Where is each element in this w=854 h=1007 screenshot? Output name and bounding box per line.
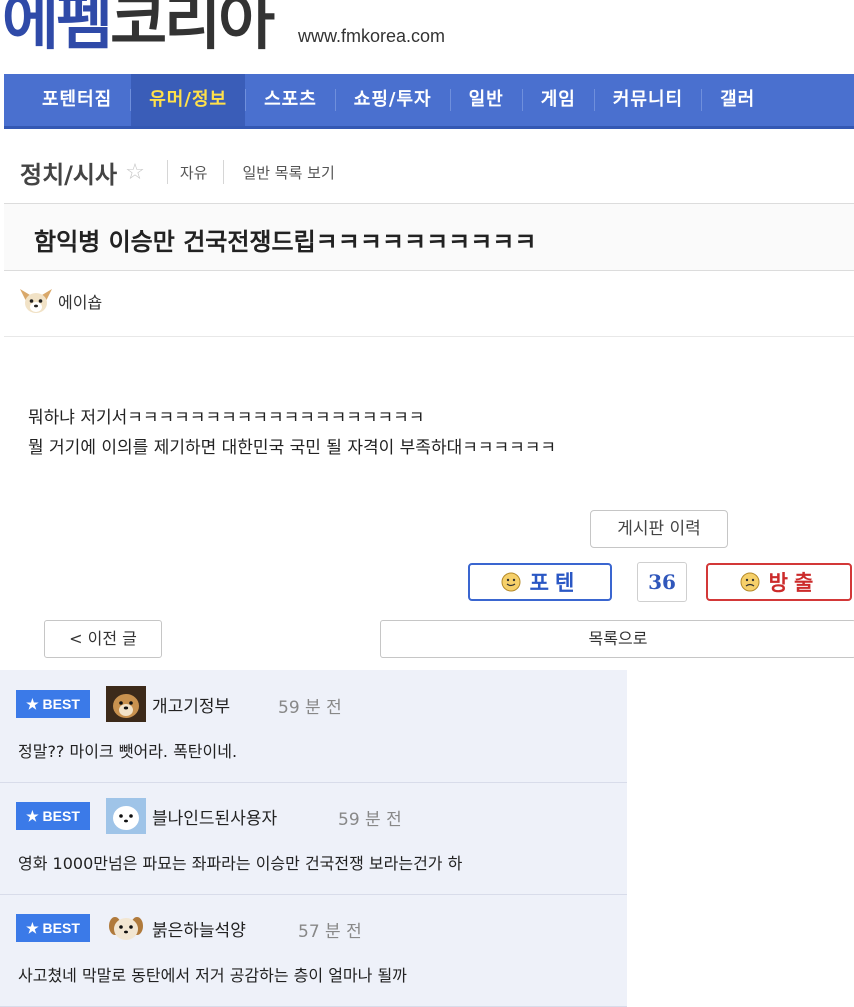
post-title-bar: 함익병 이승만 건국전쟁드립ㅋㅋㅋㅋㅋㅋㅋㅋㅋㅋ: [4, 203, 854, 271]
nav-item-humor[interactable]: 유머/정보: [131, 74, 246, 126]
divider: [223, 160, 225, 184]
comment-item: ★ BEST 블나인드된사용자 59 분 전 영화 1000만넘은 파묘는 좌파…: [0, 782, 627, 895]
main-nav: 포텐터짐 유머/정보 스포츠 쇼핑/투자 일반 게임 커뮤니티 갤러: [4, 74, 854, 129]
star-icon[interactable]: ☆: [125, 160, 145, 185]
avatar[interactable]: [18, 285, 54, 317]
comment-item: ★ BEST 붉은하늘석양 57 분 전 사고쳤네 막말로 동탄에서 저거 공감…: [0, 894, 627, 1007]
vote-count: 36: [637, 562, 687, 602]
nav-item-sports[interactable]: 스포츠: [246, 74, 335, 126]
best-badge: ★ BEST: [16, 802, 90, 830]
post-title: 함익병 이승만 건국전쟁드립ㅋㅋㅋㅋㅋㅋㅋㅋㅋㅋ: [34, 228, 537, 256]
back-to-list-button[interactable]: 목록으로: [380, 620, 854, 658]
comment-author[interactable]: 블나인드된사용자: [152, 804, 277, 829]
nav-item-general[interactable]: 일반: [451, 74, 522, 126]
best-comments: ★ BEST 개고기정부 59 분 전 정말?? 마이크 뺏어라. 폭탄이네. …: [0, 670, 627, 1007]
thumbs-up-face-icon: [501, 572, 521, 592]
comment-text: 사고쳤네 막말로 동탄에서 저거 공감하는 층이 얼마나 될까: [18, 966, 407, 985]
comment-time: 59 분 전: [278, 698, 342, 718]
divider: [4, 336, 854, 337]
divider: [166, 160, 168, 184]
best-badge: ★ BEST: [16, 914, 90, 942]
downvote-button[interactable]: 방출: [706, 563, 852, 601]
downvote-label: 방출: [768, 571, 820, 595]
comment-text: 영화 1000만넘은 파묘는 좌파라는 이승만 건국전쟁 보라는건가 하: [18, 854, 463, 873]
author-name[interactable]: 에이숍: [58, 289, 102, 313]
avatar[interactable]: [106, 686, 146, 722]
nav-item-shopping[interactable]: 쇼핑/투자: [336, 74, 450, 126]
site-url: www.fmkorea.com: [298, 26, 446, 46]
comment-text: 정말?? 마이크 뺏어라. 폭탄이네.: [18, 742, 238, 761]
comment-author[interactable]: 붉은하늘석양: [152, 916, 246, 941]
nav-item-game[interactable]: 게임: [523, 74, 594, 126]
upvote-label: 포텐: [529, 571, 581, 595]
avatar[interactable]: [106, 910, 146, 946]
prev-post-button[interactable]: < 이전 글: [44, 620, 162, 658]
site-header: 에펨코리아 www.fmkorea.com: [0, 0, 854, 68]
post-body-line: 뭐하냐 저기서ㅋㅋㅋㅋㅋㅋㅋㅋㅋㅋㅋㅋㅋㅋㅋㅋㅋㅋㅋ: [28, 408, 425, 428]
nav-item-poten[interactable]: 포텐터짐: [4, 74, 130, 126]
board-history-button[interactable]: 게시판 이력: [590, 510, 728, 548]
comment-author[interactable]: 개고기정부: [152, 692, 230, 717]
nav-item-community[interactable]: 커뮤니티: [595, 74, 701, 126]
post-author: 에이숍: [18, 285, 102, 317]
upvote-button[interactable]: 포텐: [468, 563, 612, 601]
best-badge: ★ BEST: [16, 690, 90, 718]
comment-item: ★ BEST 개고기정부 59 분 전 정말?? 마이크 뺏어라. 폭탄이네.: [0, 670, 627, 783]
board-link-free[interactable]: 자유: [180, 162, 208, 183]
comment-time: 57 분 전: [298, 922, 362, 942]
board-title[interactable]: 정치/시사: [20, 155, 117, 190]
nav-item-gallery[interactable]: 갤러: [702, 74, 773, 126]
board-header: 정치/시사 ☆ 자유 일반 목록 보기: [20, 152, 335, 192]
site-logo[interactable]: 에펨코리아: [2, 0, 275, 62]
post-body-line: 뭘 거기에 이의를 제기하면 대한민국 국민 될 자격이 부족하대ㅋㅋㅋㅋㅋㅋ: [28, 438, 557, 458]
board-link-list[interactable]: 일반 목록 보기: [242, 162, 334, 183]
avatar[interactable]: [106, 798, 146, 834]
post-body: 뭐하냐 저기서ㅋㅋㅋㅋㅋㅋㅋㅋㅋㅋㅋㅋㅋㅋㅋㅋㅋㅋㅋ 뭘 거기에 이의를 제기하…: [28, 403, 556, 463]
comment-time: 59 분 전: [338, 810, 402, 830]
thumbs-down-face-icon: [740, 572, 760, 592]
